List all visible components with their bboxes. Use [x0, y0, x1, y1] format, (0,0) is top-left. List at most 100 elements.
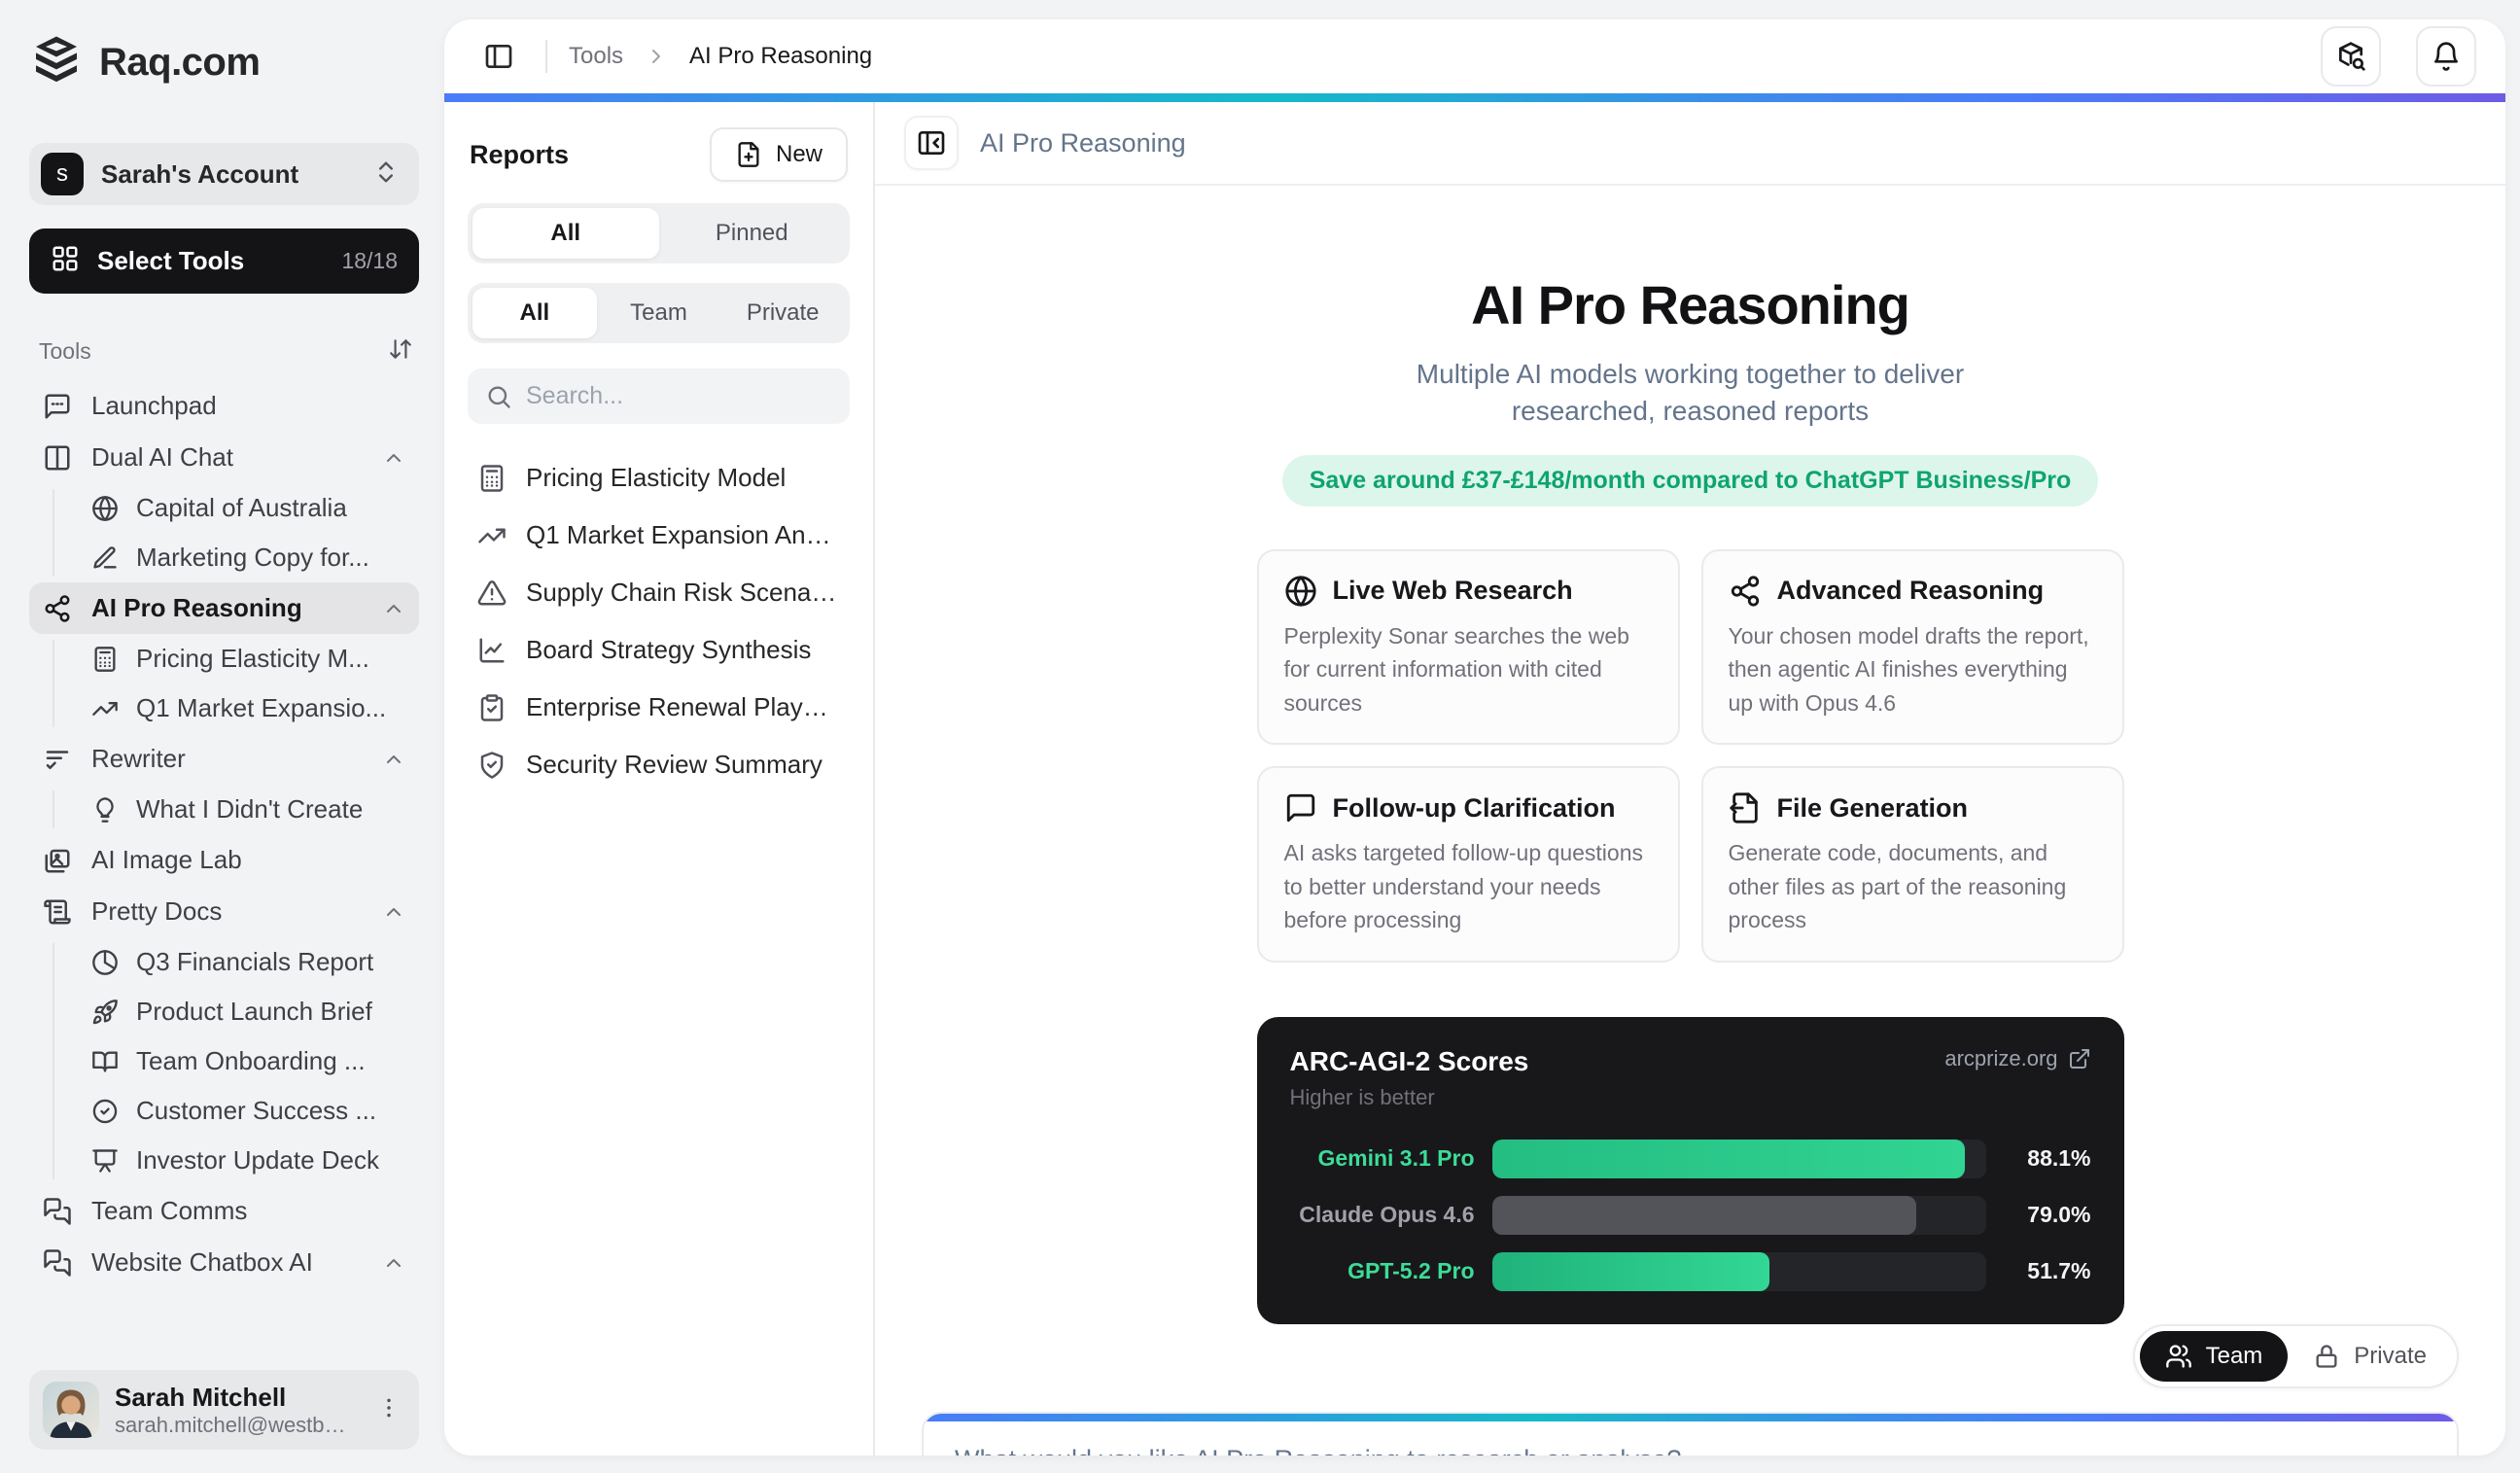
package-search-button[interactable] [2321, 26, 2381, 87]
sidebar-item-rewriter[interactable]: Rewriter [29, 733, 419, 785]
topbar: Tools AI Pro Reasoning [444, 19, 2505, 93]
message-square-icon [1284, 791, 1317, 824]
messages-icon [43, 1197, 72, 1226]
images-icon [43, 846, 72, 875]
search-input[interactable] [526, 382, 832, 410]
chart-rows: Gemini 3.1 Pro 88.1% Claude Opus 4.6 79.… [1290, 1140, 2091, 1291]
sort-icon[interactable] [388, 336, 413, 367]
chevrons-up-down-icon [372, 158, 400, 191]
hero-subtitle: Multiple AI models working together to d… [1360, 356, 2021, 430]
chart-title: ARC-AGI-2 Scores [1290, 1046, 1529, 1077]
tab-all-pinned[interactable]: All [472, 208, 659, 259]
report-item-pricing-elasticity[interactable]: Pricing Elasticity Model [468, 449, 850, 507]
sidebar-subitem-team-onboarding[interactable]: Team Onboarding ... [82, 1036, 419, 1086]
visibility-toggle-row: Team Private [922, 1324, 2459, 1388]
report-item-board-strategy[interactable]: Board Strategy Synthesis [468, 621, 850, 679]
sidebar-item-team-comms[interactable]: Team Comms [29, 1185, 419, 1237]
account-switcher[interactable]: s Sarah's Account [29, 143, 419, 205]
user-profile[interactable]: Sarah Mitchell sarah.mitchell@westbur... [29, 1370, 419, 1450]
sidebar: Raq.com s Sarah's Account Select Tools 1… [0, 0, 444, 1473]
sidebar-item-dual-ai-chat[interactable]: Dual AI Chat [29, 432, 419, 483]
feature-card-followup-clarification: Follow-up Clarification AI asks targeted… [1257, 766, 1680, 963]
dual-ai-chat-children: Capital of Australia Marketing Copy for.… [52, 483, 419, 582]
feature-cards: Live Web Research Perplexity Sonar searc… [1257, 549, 2124, 963]
globe-icon [1284, 575, 1317, 608]
file-output-icon [1729, 791, 1762, 824]
sidebar-subitem-product-launch[interactable]: Product Launch Brief [82, 987, 419, 1036]
tab-pinned[interactable]: Pinned [659, 208, 846, 259]
sidebar-subitem-marketing-copy[interactable]: Marketing Copy for... [82, 533, 419, 582]
clipboard-check-icon [477, 693, 507, 722]
feature-card-live-web-research: Live Web Research Perplexity Sonar searc… [1257, 549, 1680, 746]
sidebar-subitem-capital-of-australia[interactable]: Capital of Australia [82, 483, 419, 533]
tab-scope-private[interactable]: Private [720, 288, 845, 338]
sidebar-subitem-what-i-didnt-create[interactable]: What I Didn't Create [82, 785, 419, 834]
sidebar-item-launchpad[interactable]: Launchpad [29, 380, 419, 432]
workflow-icon [1729, 575, 1762, 608]
workspace-header: AI Pro Reasoning [875, 102, 2505, 186]
feature-card-advanced-reasoning: Advanced Reasoning Your chosen model dra… [1701, 549, 2124, 746]
report-item-security-review[interactable]: Security Review Summary [468, 736, 850, 793]
sidebar-subitem-pricing-elasticity[interactable]: Pricing Elasticity M... [82, 634, 419, 684]
columns-icon [43, 443, 72, 473]
grid-icon [51, 244, 80, 278]
breadcrumb-tools[interactable]: Tools [569, 43, 623, 70]
feature-card-file-generation: File Generation Generate code, documents… [1701, 766, 2124, 963]
user-email: sarah.mitchell@westbur... [115, 1413, 357, 1438]
presentation-icon [91, 1147, 119, 1175]
savings-badge: Save around £37-£148/month compared to C… [1282, 455, 2099, 507]
report-item-supply-chain[interactable]: Supply Chain Risk Scenarios [468, 564, 850, 621]
notifications-button[interactable] [2416, 26, 2476, 87]
pencil-icon [91, 544, 119, 572]
visibility-toggle: Team Private [2133, 1324, 2459, 1388]
shield-check-icon [477, 751, 507, 780]
report-item-enterprise-renewal[interactable]: Enterprise Renewal Playbook [468, 679, 850, 736]
chevron-up-icon [382, 597, 405, 620]
panel-collapse-button[interactable] [904, 116, 959, 170]
sidebar-item-website-chatbox[interactable]: Website Chatbox AI [29, 1237, 419, 1288]
report-item-q1-market[interactable]: Q1 Market Expansion Ana... [468, 507, 850, 564]
trending-up-icon [91, 695, 119, 722]
message-dots-icon [43, 392, 72, 421]
scroll-icon [43, 897, 72, 927]
breadcrumb-current: AI Pro Reasoning [689, 43, 872, 70]
sidebar-item-ai-image-lab[interactable]: AI Image Lab [29, 834, 419, 886]
chart-row: Gemini 3.1 Pro 88.1% [1290, 1140, 2091, 1178]
composer [922, 1412, 2459, 1455]
ai-pro-reasoning-children: Pricing Elasticity M... Q1 Market Expans… [52, 634, 419, 733]
chevron-up-icon [382, 900, 405, 924]
tab-scope-team[interactable]: Team [597, 288, 721, 338]
sidebar-subitem-customer-success[interactable]: Customer Success ... [82, 1086, 419, 1136]
select-tools-count: 18/18 [341, 248, 398, 274]
tab-scope-all[interactable]: All [472, 288, 597, 338]
sidebar-subitem-q1-market-expansion[interactable]: Q1 Market Expansio... [82, 684, 419, 733]
users-icon [2165, 1343, 2192, 1370]
search-icon [485, 383, 512, 410]
report-search[interactable] [468, 368, 850, 424]
workspace: AI Pro Reasoning AI Pro Reasoning Multip… [875, 102, 2505, 1455]
pretty-docs-children: Q3 Financials Report Product Launch Brie… [52, 937, 419, 1185]
composer-accent-bar [924, 1414, 2457, 1421]
more-vertical-icon[interactable] [372, 1391, 405, 1429]
sidebar-toggle-button[interactable] [473, 31, 524, 82]
alert-triangle-icon [477, 579, 507, 608]
sidebar-subitem-investor-update[interactable]: Investor Update Deck [82, 1136, 419, 1185]
toggle-private[interactable]: Private [2288, 1331, 2452, 1382]
sidebar-subitem-q3-financials[interactable]: Q3 Financials Report [82, 937, 419, 987]
chevron-up-icon [382, 748, 405, 771]
workflow-icon [43, 594, 72, 623]
divider [545, 40, 547, 73]
new-report-button[interactable]: New [710, 127, 848, 182]
chart-subtitle: Higher is better [1290, 1085, 1529, 1110]
chart-source-link[interactable]: arcprize.org [1944, 1046, 2090, 1071]
sidebar-item-ai-pro-reasoning[interactable]: AI Pro Reasoning [29, 582, 419, 634]
chevron-up-icon [382, 1251, 405, 1275]
reports-title: Reports [470, 140, 569, 170]
select-tools-button[interactable]: Select Tools 18/18 [29, 228, 419, 294]
chevron-right-icon [645, 45, 668, 68]
brand: Raq.com [29, 33, 419, 92]
pie-chart-icon [91, 949, 119, 976]
sidebar-item-pretty-docs[interactable]: Pretty Docs [29, 886, 419, 937]
composer-input[interactable] [924, 1421, 2457, 1455]
toggle-team[interactable]: Team [2140, 1331, 2289, 1382]
